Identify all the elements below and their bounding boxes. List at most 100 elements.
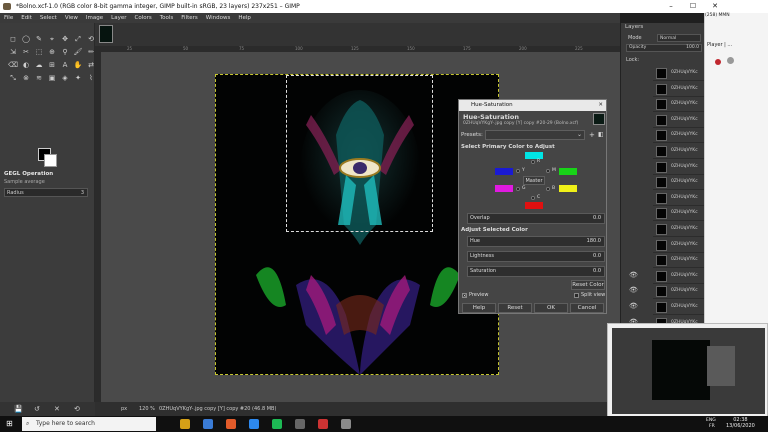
tool-icon-13[interactable]: 🖌 <box>73 47 83 57</box>
tool-icon-16[interactable]: ◐ <box>21 60 31 70</box>
notification-icon[interactable] <box>715 59 721 65</box>
preset-menu-icon[interactable]: ◧ <box>598 131 604 138</box>
file-explorer-icon[interactable] <box>180 419 190 429</box>
reset-icon[interactable]: ⟲ <box>74 405 80 413</box>
swatch-green[interactable] <box>495 185 513 192</box>
ok-button[interactable]: OK <box>534 303 568 313</box>
tool-icon-22[interactable]: ⤡ <box>8 73 18 83</box>
preview-checkbox[interactable]: ✕ <box>462 293 467 298</box>
save-options-icon[interactable]: 💾 <box>14 405 23 413</box>
menu-help[interactable]: Help <box>234 13 255 23</box>
layers-tab[interactable]: Layers <box>625 24 643 30</box>
gimp-icon[interactable] <box>341 419 351 429</box>
layer-row[interactable]: 0ZHUqVYKc <box>653 191 705 206</box>
layer-row[interactable]: 0ZHUqVYKc <box>653 160 705 175</box>
app-icon[interactable] <box>295 419 305 429</box>
radio-red[interactable] <box>531 160 535 164</box>
eye-icon[interactable]: 👁 <box>629 302 638 310</box>
minimize-button[interactable]: – <box>660 0 682 13</box>
dialog-close-icon[interactable]: ✕ <box>598 100 603 111</box>
menu-view[interactable]: View <box>61 13 82 23</box>
image-canvas[interactable] <box>215 74 499 375</box>
tool-icon-26[interactable]: ◈ <box>60 73 70 83</box>
menu-filters[interactable]: Filters <box>177 13 202 23</box>
radio-yellow[interactable] <box>516 169 520 173</box>
background-color[interactable] <box>44 154 57 167</box>
radio-blue[interactable] <box>546 187 550 191</box>
tool-icon-10[interactable]: ⬚ <box>34 47 44 57</box>
split-view-checkbox[interactable] <box>574 293 579 298</box>
clock[interactable]: 02:38 13/06/2020 <box>726 417 755 429</box>
tool-icon-23[interactable]: ⊗ <box>21 73 31 83</box>
restore-icon[interactable]: ↺ <box>34 405 40 413</box>
reset-color-button[interactable]: Reset Color <box>571 280 605 290</box>
menu-windows[interactable]: Windows <box>202 13 235 23</box>
swatch-magenta[interactable] <box>559 168 577 175</box>
browser-tab[interactable]: (258) MMN <box>705 13 745 21</box>
sample-average-option[interactable]: Sample average <box>4 179 92 185</box>
tool-icon-19[interactable]: A <box>60 60 70 70</box>
radius-field[interactable]: Radius 3 <box>4 188 88 197</box>
presets-dropdown[interactable]: ⌄ <box>485 130 585 140</box>
layer-row[interactable]: 0ZHUqVYKc <box>653 284 705 300</box>
language-indicator[interactable]: ENG <box>706 418 716 423</box>
mode-dropdown[interactable]: Normal <box>657 34 701 42</box>
cancel-button[interactable]: Cancel <box>570 303 604 313</box>
tool-icon-1[interactable]: ◻ <box>8 34 18 44</box>
hue-slider[interactable]: Hue 180.0 <box>467 236 605 247</box>
layer-row[interactable]: 0ZHUqVYKc <box>653 66 705 81</box>
tool-icon-3[interactable]: ✎ <box>34 34 44 44</box>
layer-row[interactable]: 0ZHUqVYKc <box>653 97 705 113</box>
menu-file[interactable]: File <box>0 13 17 23</box>
tool-icon-6[interactable]: ⤢ <box>73 34 83 44</box>
add-preset-icon[interactable]: + <box>589 131 595 139</box>
layer-row[interactable]: 0ZHUqVYKc <box>653 238 705 253</box>
layer-row[interactable]: 0ZHUqVYKc <box>653 144 705 159</box>
tool-icon-24[interactable]: ≋ <box>34 73 44 83</box>
windows-start-icon[interactable]: ⊞ <box>6 419 13 428</box>
close-button[interactable]: ✕ <box>704 0 726 13</box>
maximize-button[interactable]: ☐ <box>682 0 704 13</box>
radio-green[interactable] <box>516 187 520 191</box>
menu-image[interactable]: Image <box>82 13 107 23</box>
taskbar-search[interactable]: ⌕ Type here to search <box>22 417 156 431</box>
opera-icon[interactable] <box>318 419 328 429</box>
swatch-blue[interactable] <box>559 185 577 192</box>
tool-icon-5[interactable]: ✥ <box>60 34 70 44</box>
radio-cyan[interactable] <box>531 196 535 200</box>
tool-icon-11[interactable]: ⊕ <box>47 47 57 57</box>
firefox-icon[interactable] <box>226 419 236 429</box>
delete-icon[interactable]: ✕ <box>54 405 60 413</box>
tool-icon-15[interactable]: ⌫ <box>8 60 18 70</box>
steam-icon[interactable] <box>249 419 259 429</box>
swatch-red[interactable] <box>525 152 543 159</box>
swatch-cyan[interactable] <box>525 202 543 209</box>
menu-edit[interactable]: Edit <box>17 13 36 23</box>
layer-row[interactable]: 0ZHUqVYKc <box>653 300 705 315</box>
swatch-yellow[interactable] <box>495 168 513 175</box>
tool-icon-2[interactable]: ◯ <box>21 34 31 44</box>
layer-row[interactable]: 0ZHUqVYKc <box>653 113 705 128</box>
tool-icon-17[interactable]: ☁ <box>34 60 44 70</box>
tool-icon-12[interactable]: ⚲ <box>60 47 70 57</box>
menu-colors[interactable]: Colors <box>130 13 155 23</box>
opacity-slider[interactable]: Opacity 100.0 <box>626 44 702 52</box>
edge-icon[interactable] <box>203 419 213 429</box>
layer-row[interactable]: 0ZHUqVYKc <box>653 206 705 222</box>
layer-row[interactable]: 0ZHUqVYKc <box>653 128 705 144</box>
saturation-slider[interactable]: Saturation 0.0 <box>467 266 605 277</box>
tool-icon-25[interactable]: ▣ <box>47 73 57 83</box>
layer-row[interactable]: 0ZHUqVYKc <box>653 82 705 97</box>
spotify-icon[interactable] <box>272 419 282 429</box>
reset-button[interactable]: Reset <box>498 303 532 313</box>
menu-select[interactable]: Select <box>36 13 61 23</box>
layer-row[interactable]: 0ZHUqVYKc <box>653 269 705 284</box>
radio-magenta[interactable] <box>546 169 550 173</box>
eye-icon[interactable]: 👁 <box>629 271 638 279</box>
layer-row[interactable]: 0ZHUqVYKc <box>653 222 705 237</box>
help-button[interactable]: Help <box>462 303 496 313</box>
menu-layer[interactable]: Layer <box>107 13 130 23</box>
layer-row[interactable]: 0ZHUqVYKc <box>653 175 705 191</box>
lightness-slider[interactable]: Lightness 0.0 <box>467 251 605 262</box>
menu-tools[interactable]: Tools <box>156 13 178 23</box>
